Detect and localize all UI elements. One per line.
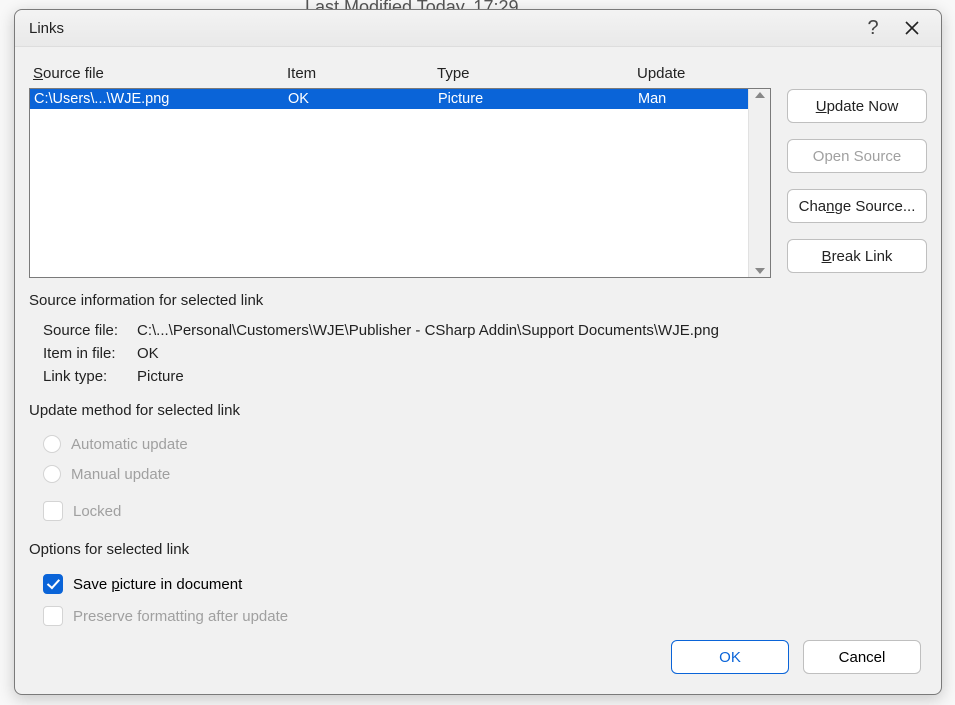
dialog-title: Links <box>29 20 855 37</box>
link-type-value: Picture <box>137 368 184 385</box>
scroll-up-icon[interactable] <box>755 92 765 98</box>
source-file-value: C:\...\Personal\Customers\WJE\Publisher … <box>137 322 719 339</box>
ok-button[interactable]: OK <box>671 640 789 674</box>
close-button[interactable] <box>891 12 933 44</box>
close-icon <box>905 21 919 35</box>
checkbox-icon <box>43 501 63 521</box>
cell-type: Picture <box>438 91 638 107</box>
source-info-section: Source information for selected link Sou… <box>29 292 927 388</box>
help-button[interactable]: ? <box>855 17 891 40</box>
update-now-button[interactable]: Update Now <box>787 89 927 123</box>
preserve-formatting-checkbox: Preserve formatting after update <box>29 600 927 632</box>
cell-source: C:\Users\...\WJE.png <box>34 91 288 107</box>
list-area: Source file Item Type Update C:\Users\..… <box>29 61 771 278</box>
source-file-label: Source file: <box>43 322 137 339</box>
open-source-button[interactable]: Open Source <box>787 139 927 173</box>
cell-item: OK <box>288 91 438 107</box>
source-info-title: Source information for selected link <box>29 292 927 309</box>
radio-icon <box>43 435 61 453</box>
list-item[interactable]: C:\Users\...\WJE.png OK Picture Man <box>30 89 748 109</box>
update-method-section: Update method for selected link Automati… <box>29 402 927 527</box>
item-in-file-value: OK <box>137 345 159 362</box>
radio-icon <box>43 465 61 483</box>
header-update: Update <box>637 65 771 82</box>
scroll-down-icon[interactable] <box>755 268 765 274</box>
dialog-content: Source file Item Type Update C:\Users\..… <box>15 47 941 694</box>
automatic-update-radio: Automatic update <box>29 429 927 459</box>
checkbox-icon[interactable] <box>43 574 63 594</box>
upper-area: Source file Item Type Update C:\Users\..… <box>29 61 927 278</box>
links-listbox[interactable]: C:\Users\...\WJE.png OK Picture Man <box>29 88 771 278</box>
header-item: Item <box>287 65 437 82</box>
dialog-footer: OK Cancel <box>29 632 927 680</box>
cell-update: Man <box>638 91 748 107</box>
link-type-label: Link type: <box>43 368 137 385</box>
header-source: Source file <box>33 65 287 82</box>
item-in-file-label: Item in file: <box>43 345 137 362</box>
links-dialog: Links ? Source file Item Type Update C:\… <box>14 9 942 695</box>
locked-checkbox: Locked <box>29 495 927 527</box>
change-source-button[interactable]: Change Source... <box>787 189 927 223</box>
column-headers: Source file Item Type Update <box>29 61 771 88</box>
scrollbar[interactable] <box>748 89 770 277</box>
options-section: Options for selected link Save picture i… <box>29 541 927 632</box>
cancel-button[interactable]: Cancel <box>803 640 921 674</box>
save-picture-checkbox[interactable]: Save picture in document <box>29 568 927 600</box>
titlebar: Links ? <box>15 10 941 47</box>
header-type: Type <box>437 65 637 82</box>
break-link-button[interactable]: Break Link <box>787 239 927 273</box>
list-content: C:\Users\...\WJE.png OK Picture Man <box>30 89 748 277</box>
side-buttons: Update Now Open Source Change Source... … <box>787 61 927 278</box>
checkbox-icon <box>43 606 63 626</box>
manual-update-radio: Manual update <box>29 459 927 489</box>
update-method-title: Update method for selected link <box>29 402 927 419</box>
options-title: Options for selected link <box>29 541 927 558</box>
